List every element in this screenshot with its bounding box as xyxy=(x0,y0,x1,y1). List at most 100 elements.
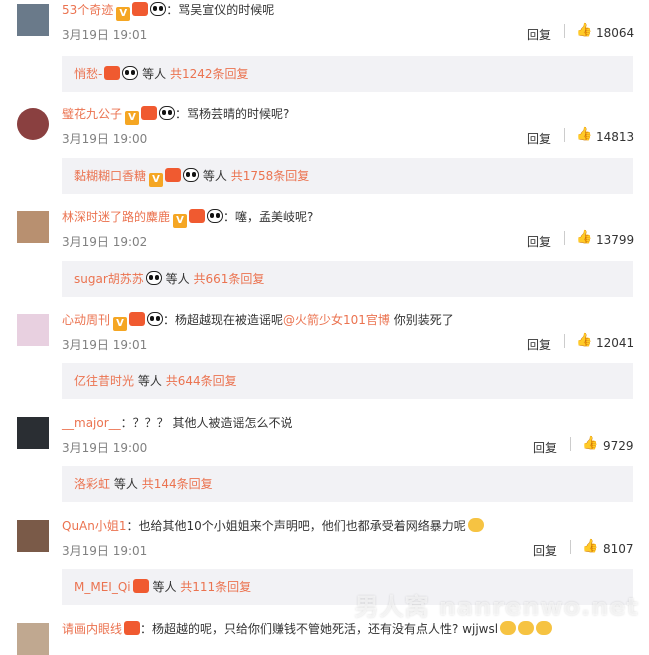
reply-count-link[interactable]: 共1242条回复 xyxy=(170,67,249,81)
avatar[interactable] xyxy=(17,623,49,655)
comment-item: 璧花九公子 V ：骂杨芸晴的时候呢? 3月19日 19:00 回复 👍 14813 … xyxy=(0,104,649,207)
panda-icon xyxy=(159,106,176,120)
user-name[interactable]: 心动周刊 xyxy=(62,313,110,327)
like-count: 9729 xyxy=(603,439,634,453)
reply-button[interactable]: 回复 xyxy=(527,26,551,43)
comment-item: 请画内眼线 ：杨超越的呢，只给你们赚钱不管她死活，还有没有点人性? wjjwsl xyxy=(0,619,649,655)
reply-summary[interactable]: M_MEI_Qi 等人 共111条回复 xyxy=(62,569,633,605)
reply-count-link[interactable]: 共144条回复 xyxy=(142,477,213,491)
comment-text: ：也给其他10个小姐姐来个声明吧，他们也都承受着网络暴力呢 xyxy=(126,519,466,533)
panda-icon xyxy=(122,66,139,80)
reply-summary[interactable]: sugar胡苏苏 等人 共661条回复 xyxy=(62,261,633,297)
reply-button[interactable]: 回复 xyxy=(533,439,557,456)
timestamp: 3月19日 19:01 xyxy=(62,544,148,558)
reply-user[interactable]: 洛彩虹 xyxy=(74,477,110,491)
comment-text: ：骂杨芸晴的时候呢? xyxy=(175,107,290,121)
divider xyxy=(564,334,565,348)
comment-text: ：？？？ 其他人被造谣怎么不说 xyxy=(120,416,293,430)
thumbs-up-icon[interactable]: 👍 xyxy=(582,540,598,554)
comment-text: ：噻，孟美岐呢? xyxy=(223,210,314,224)
like-count: 13799 xyxy=(596,233,635,247)
mention-link[interactable]: @火箭少女101官博 xyxy=(283,313,390,327)
reply-button[interactable]: 回复 xyxy=(527,233,551,250)
user-name[interactable]: 53个奇迹 xyxy=(62,3,113,17)
verified-icon: V xyxy=(116,7,131,21)
reply-suffix: 等人 xyxy=(142,67,167,81)
fan-badge-icon xyxy=(104,66,121,80)
verified-icon: V xyxy=(173,214,188,228)
comment-item: 心动周刊 V ：杨超越现在被造谣呢@火箭少女101官博 你别装死了 3月19日 19… xyxy=(0,310,649,412)
reply-summary[interactable]: 黏糊糊口香糖 V 等人 共1758条回复 xyxy=(62,158,633,194)
user-name[interactable]: 璧花九公子 xyxy=(62,107,122,121)
like-count: 18064 xyxy=(596,26,635,40)
comment-item: 53个奇迹 V ：骂吴宣仪的时候呢 3月19日 19:01 回复 👍 18064 悄… xyxy=(0,0,649,104)
reply-suffix: 等人 xyxy=(165,272,190,286)
divider xyxy=(564,231,565,245)
timestamp: 3月19日 19:00 xyxy=(62,441,148,455)
reply-suffix: 等人 xyxy=(113,477,138,491)
reply-suffix: 等人 xyxy=(137,374,162,388)
avatar[interactable] xyxy=(17,314,49,346)
thumbs-up-icon[interactable]: 👍 xyxy=(582,437,598,451)
user-name[interactable]: 林深时迷了路的麋鹿 xyxy=(62,210,170,224)
grin-emoji-icon xyxy=(500,621,517,635)
fan-badge-icon xyxy=(132,579,149,593)
user-name[interactable]: __major__ xyxy=(62,416,121,430)
reply-summary[interactable]: 亿往昔时光 等人 共644条回复 xyxy=(62,363,633,399)
verified-icon: V xyxy=(113,317,128,331)
avatar[interactable] xyxy=(17,211,49,243)
avatar[interactable] xyxy=(17,4,49,36)
comment-item: QuAn小姐1：也给其他10个小姐姐来个声明吧，他们也都承受着网络暴力呢 3月1… xyxy=(0,516,649,619)
fan-badge-icon xyxy=(124,621,141,635)
reply-count-link[interactable]: 共111条回复 xyxy=(180,580,251,594)
reply-suffix: 等人 xyxy=(202,169,227,183)
divider xyxy=(564,24,565,38)
user-name[interactable]: 请画内眼线 xyxy=(62,622,122,636)
panda-icon xyxy=(183,168,200,182)
reply-user[interactable]: sugar胡苏苏 xyxy=(74,272,144,286)
thumbs-up-icon[interactable]: 👍 xyxy=(576,24,592,38)
thumbs-up-icon[interactable]: 👍 xyxy=(576,231,592,245)
avatar[interactable] xyxy=(17,520,49,552)
reply-user[interactable]: 亿往昔时光 xyxy=(74,374,134,388)
panda-icon xyxy=(150,2,167,16)
reply-button[interactable]: 回复 xyxy=(533,542,557,559)
reply-summary[interactable]: 洛彩虹 等人 共144条回复 xyxy=(62,466,633,502)
comment-body: __major__：？？？ 其他人被造谣怎么不说 xyxy=(62,415,292,431)
reply-suffix: 等人 xyxy=(152,580,177,594)
reply-button[interactable]: 回复 xyxy=(527,130,551,147)
avatar[interactable] xyxy=(17,108,49,140)
grin-emoji-icon xyxy=(536,621,553,635)
reply-user[interactable]: 悄愁- xyxy=(74,67,102,81)
comment-body: 璧花九公子 V ：骂杨芸晴的时候呢? xyxy=(62,106,289,125)
comment-text-2: 你别装死了 xyxy=(389,313,454,327)
panda-icon xyxy=(147,312,164,326)
like-count: 8107 xyxy=(603,542,634,556)
reply-count-link[interactable]: 共1758条回复 xyxy=(231,169,310,183)
comment-body: 53个奇迹 V ：骂吴宣仪的时候呢 xyxy=(62,2,274,21)
comment-body: 请画内眼线 ：杨超越的呢，只给你们赚钱不管她死活，还有没有点人性? wjjwsl xyxy=(62,621,553,637)
reply-user[interactable]: M_MEI_Qi xyxy=(74,580,131,594)
avatar[interactable] xyxy=(17,417,49,449)
fan-badge-icon xyxy=(189,209,206,223)
thumbs-up-icon[interactable]: 👍 xyxy=(576,128,592,142)
thumbs-up-icon[interactable]: 👍 xyxy=(576,334,592,348)
reply-summary[interactable]: 悄愁- 等人 共1242条回复 xyxy=(62,56,633,92)
reply-count-link[interactable]: 共661条回复 xyxy=(193,272,264,286)
verified-icon: V xyxy=(149,173,164,187)
user-name[interactable]: QuAn小姐1 xyxy=(62,519,127,533)
comment-body: 林深时迷了路的麋鹿 V ：噻，孟美岐呢? xyxy=(62,209,313,228)
like-count: 12041 xyxy=(596,336,635,350)
reply-count-link[interactable]: 共644条回复 xyxy=(166,374,237,388)
timestamp: 3月19日 19:02 xyxy=(62,235,148,249)
comment-item: __major__：？？？ 其他人被造谣怎么不说 3月19日 19:00 回复 … xyxy=(0,413,649,515)
reply-button[interactable]: 回复 xyxy=(527,336,551,353)
reply-user[interactable]: 黏糊糊口香糖 xyxy=(74,169,146,183)
verified-icon: V xyxy=(125,111,140,125)
fan-badge-icon xyxy=(132,2,149,16)
comment-item: 林深时迷了路的麋鹿 V ：噻，孟美岐呢? 3月19日 19:02 回复 👍 1379… xyxy=(0,207,649,309)
comment-body: QuAn小姐1：也给其他10个小姐姐来个声明吧，他们也都承受着网络暴力呢 xyxy=(62,518,484,534)
timestamp: 3月19日 19:00 xyxy=(62,132,148,146)
fan-badge-icon xyxy=(129,312,146,326)
timestamp: 3月19日 19:01 xyxy=(62,338,148,352)
